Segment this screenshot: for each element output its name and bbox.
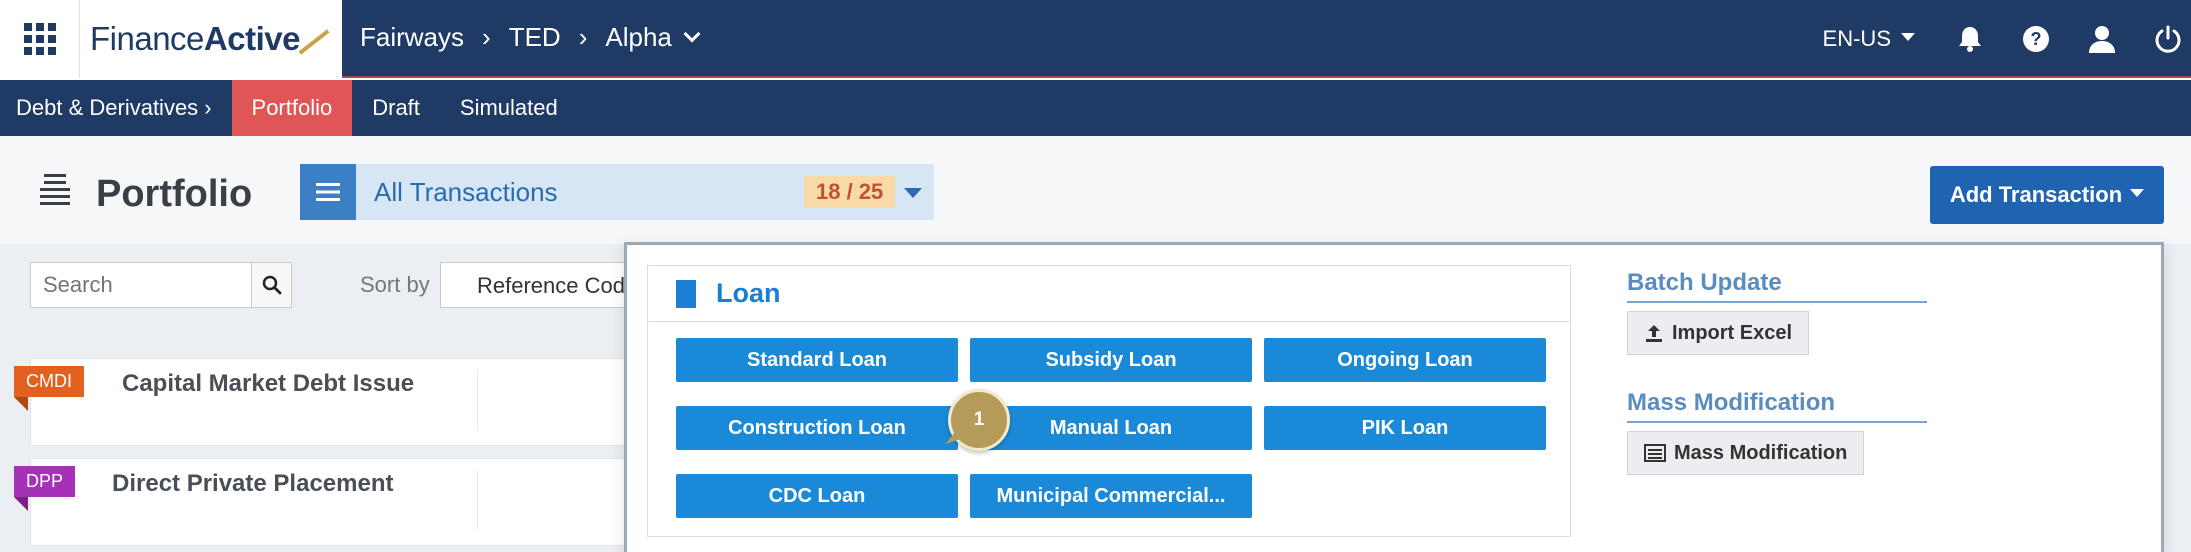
loan-section-header: Loan [648, 266, 1570, 322]
tab-draft[interactable]: Draft [352, 80, 440, 136]
add-transaction-dropdown: Loan Standard Loan Subsidy Loan Ongoing … [624, 242, 2164, 552]
nav-item-debt-derivatives[interactable]: Debt & Derivatives › [0, 80, 232, 136]
breadcrumb: Fairways › TED › Alpha [360, 22, 701, 53]
card-divider [477, 371, 478, 429]
portfolio-list-icon [38, 172, 72, 216]
nav-item-label: Debt & Derivatives [16, 95, 199, 120]
language-selector[interactable]: EN-US [1823, 26, 1915, 52]
subsidy-loan-button[interactable]: Subsidy Loan [970, 338, 1252, 382]
apps-grid-icon[interactable] [0, 0, 80, 78]
import-excel-label: Import Excel [1672, 321, 1793, 344]
header-actions: EN-US ? [1823, 0, 2191, 78]
standard-loan-button[interactable]: Standard Loan [676, 338, 958, 382]
help-icon[interactable]: ? [2021, 24, 2051, 54]
transaction-count-badge: 18 / 25 [804, 176, 896, 208]
construction-loan-button[interactable]: Construction Loan [676, 406, 958, 450]
caret-down-icon[interactable] [904, 188, 922, 198]
type-badge-cmdi: CMDI [14, 366, 84, 411]
loan-section: Loan Standard Loan Subsidy Loan Ongoing … [647, 265, 1571, 537]
breadcrumb-item-fairways[interactable]: Fairways [360, 22, 464, 53]
pik-loan-button[interactable]: PIK Loan [1264, 406, 1546, 450]
breadcrumb-item-ted[interactable]: TED [509, 22, 561, 53]
finance-active-logo[interactable]: Finance Active [80, 0, 342, 78]
upload-icon [1644, 323, 1664, 343]
power-icon[interactable] [2153, 24, 2183, 54]
list-table-icon [1644, 444, 1666, 462]
mass-modification-button[interactable]: Mass Modification [1627, 431, 1865, 475]
chevron-right-icon: › [578, 22, 588, 52]
logo-text-finance: Finance [90, 20, 204, 57]
caret-down-icon [2130, 189, 2145, 197]
step-marker: 1 [941, 389, 1010, 451]
manual-loan-button[interactable]: Manual Loan [970, 406, 1252, 450]
user-icon[interactable] [2087, 24, 2117, 54]
search-box [30, 262, 292, 308]
logo-slash-mark [298, 29, 330, 55]
municipal-commercial-button[interactable]: Municipal Commercial... [970, 474, 1252, 518]
add-transaction-label: Add Transaction [1949, 182, 2123, 207]
hamburger-menu-icon[interactable] [300, 164, 356, 220]
caret-down-icon [1901, 33, 1915, 41]
chevron-right-icon: › [482, 22, 491, 52]
chevron-right-icon: › [204, 95, 212, 120]
batch-update-title: Batch Update [1627, 269, 1927, 303]
top-header: Finance Active Fairways › TED › Alpha EN… [0, 0, 2191, 78]
badge-fold [14, 497, 28, 511]
chevron-down-icon[interactable] [683, 25, 701, 42]
breadcrumb-item-alpha[interactable]: Alpha [605, 22, 672, 53]
search-input[interactable] [31, 263, 251, 307]
type-badge-label: CMDI [26, 371, 72, 391]
ongoing-loan-button[interactable]: Ongoing Loan [1264, 338, 1546, 382]
bell-icon[interactable] [1955, 24, 1985, 54]
mass-modification-title: Mass Modification [1627, 389, 1927, 423]
step-marker-number: 1 [973, 409, 985, 430]
type-badge-dpp: DPP [14, 466, 76, 511]
tab-simulated[interactable]: Simulated [440, 80, 578, 136]
add-transaction-button[interactable]: Add Transaction [1930, 166, 2164, 224]
logo-text-active: Active [203, 20, 301, 57]
page-title-text: Portfolio [96, 172, 253, 215]
sort-by-label: Sort by [360, 272, 430, 297]
card-title[interactable]: Direct Private Placement [112, 470, 393, 498]
loan-square-icon [676, 279, 696, 308]
svg-text:?: ? [2031, 29, 2042, 49]
view-selector[interactable]: All Transactions 18 / 25 [300, 164, 934, 220]
import-excel-button[interactable]: Import Excel [1627, 311, 1810, 355]
tab-portfolio[interactable]: Portfolio [231, 80, 353, 136]
module-nav: Debt & Derivatives › Portfolio Draft Sim… [0, 80, 2191, 136]
cdc-loan-button[interactable]: CDC Loan [676, 474, 958, 518]
loan-section-title: Loan [716, 278, 781, 308]
badge-fold [14, 397, 28, 411]
mass-modification-label: Mass Modification [1674, 441, 1848, 464]
type-badge-label: DPP [26, 471, 64, 491]
search-icon[interactable] [251, 263, 291, 307]
view-selector-label: All Transactions [374, 176, 558, 207]
language-label: EN-US [1822, 26, 1891, 51]
card-divider [477, 471, 478, 529]
page-header: Portfolio All Transactions 18 / 25 Add T… [0, 136, 2191, 244]
card-title[interactable]: Capital Market Debt Issue [122, 370, 414, 398]
bulk-actions: Batch Update Import Excel Mass Modificat… [1627, 269, 1927, 475]
page-title: Portfolio [38, 172, 252, 216]
